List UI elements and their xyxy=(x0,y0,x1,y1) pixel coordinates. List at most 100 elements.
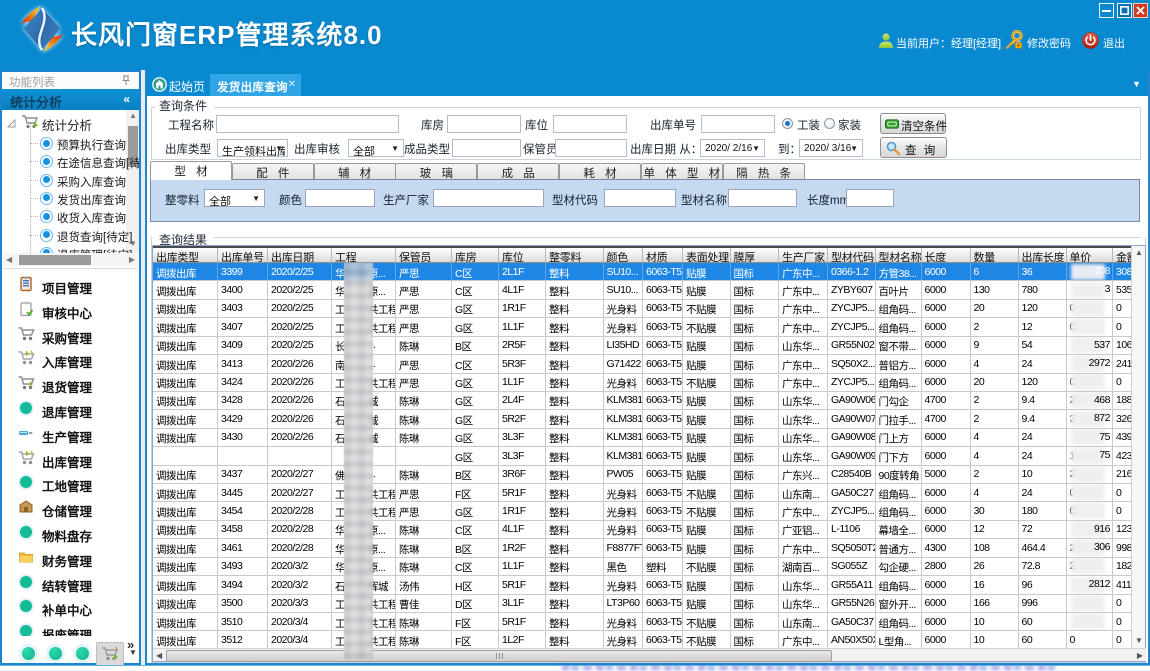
sidebar-item-11[interactable]: 财务管理 xyxy=(2,549,137,569)
color-input[interactable] xyxy=(305,189,375,207)
material-tab-4[interactable]: 成 品 xyxy=(477,163,559,179)
grid-row[interactable]: 调拨出库34132020/2/26南...严思C区5R3F整料G71422606… xyxy=(153,355,1133,373)
tree-item[interactable]: 收货入库查询 xyxy=(38,208,138,226)
scroll-down-icon[interactable]: ▼ xyxy=(1135,637,1143,645)
grid-column-header[interactable]: 出库日期 xyxy=(268,248,332,262)
grid-column-header[interactable]: 出库单号 xyxy=(218,248,268,262)
material-tab-5[interactable]: 耗 材 xyxy=(559,163,641,179)
grid-row[interactable]: 调拨出库34542020/2/28工共工程严思G区1R1F整料光身料6063-T… xyxy=(153,502,1133,520)
tree-item-label[interactable]: 采购入库查询 xyxy=(57,174,126,190)
tab-outbound-query[interactable]: 发货出库查询 ✕ xyxy=(210,74,301,96)
grid-vertical-scrollbar[interactable]: ▲ ▼ xyxy=(1131,246,1145,648)
grid-column-header[interactable]: 工程 xyxy=(332,248,396,262)
sidebar-item-3[interactable]: 入库管理 xyxy=(2,350,137,370)
grid-column-header[interactable]: 长度 xyxy=(922,248,971,262)
grid-row[interactable]: 调拨出库34282020/2/26石城陈琳G区2L4F整料KLM38176063… xyxy=(153,392,1133,410)
teal-dot-icon[interactable] xyxy=(76,647,89,660)
scroll-right-icon[interactable]: ▶ xyxy=(129,256,135,264)
grid-row[interactable]: 调拨出库35002020/3/3工共工程曹佳D区3L1F整料LT3P606063… xyxy=(153,595,1133,613)
grid-row[interactable]: 调拨出库34072020/2/25工共工程严思G区1L1F整料光身料6063-T… xyxy=(153,318,1133,336)
scroll-up-icon[interactable]: ▲ xyxy=(1135,249,1143,257)
grid-row[interactable]: G区3L3F整料KLM38176063-T5贴膜国标山东华...GA90W09.… xyxy=(153,447,1133,465)
tab-list-dropdown-icon[interactable]: ▼ xyxy=(1132,79,1141,89)
grid-row[interactable]: 调拨出库34612020/2/28华原...陈琳B区1R2F整料F8877FT6… xyxy=(153,539,1133,557)
grid-row[interactable]: 调拨出库35102020/3/4工共工程陈琳F区5R1F整料光身料6063-T5… xyxy=(153,613,1133,631)
grid-row[interactable]: 调拨出库34242020/2/26工共工程严思G区1L1F整料光身料6063-T… xyxy=(153,374,1133,392)
grid-column-header[interactable]: 材质 xyxy=(643,248,683,262)
order-no-input[interactable] xyxy=(701,115,775,133)
grid-column-header[interactable]: 膜厚 xyxy=(731,248,780,262)
tab-close-icon[interactable]: ✕ xyxy=(288,79,296,90)
tab-home-label[interactable]: 起始页 xyxy=(169,78,205,95)
scroll-right-icon[interactable]: ▶ xyxy=(1137,652,1143,660)
audit-dropdown[interactable]: 全部▼ xyxy=(348,139,404,157)
grid-row[interactable]: 调拨出库34932020/3/2华原...陈琳C区1L1F整料黑色塑料不贴膜国标… xyxy=(153,558,1133,576)
grid-horizontal-scrollbar[interactable]: ◀ ▶ xyxy=(153,648,1146,661)
grid-column-header[interactable]: 型材代码 xyxy=(828,248,876,262)
grid-column-header[interactable]: 出库长度 xyxy=(1019,248,1067,262)
maximize-button[interactable] xyxy=(1117,3,1132,18)
grid-row[interactable]: 调拨出库34372020/2/27佛...陈琳B区3R6F整料PW056063-… xyxy=(153,466,1133,484)
grid-column-header[interactable]: 库房 xyxy=(452,248,499,262)
grid-column-header[interactable]: 整零料 xyxy=(546,248,604,262)
grid-column-header[interactable]: 表面处理 xyxy=(683,248,731,262)
radio-gongzhuang[interactable] xyxy=(782,118,793,129)
minimize-button[interactable] xyxy=(1099,3,1114,18)
grid-row[interactable]: 调拨出库34002020/2/25华原...严思C区4L1F整料SU10...6… xyxy=(153,281,1133,299)
project-name-input[interactable] xyxy=(216,115,399,133)
grid-column-header[interactable]: 型材名称 xyxy=(876,248,922,262)
sidebar-item-5[interactable]: 退库管理 xyxy=(2,400,137,420)
tree-item-label[interactable]: 在途信息查询[待 xyxy=(57,155,139,171)
product-type-input[interactable] xyxy=(452,139,521,157)
tree-root-label[interactable]: 统计分析 xyxy=(42,115,92,134)
date-to-picker[interactable]: 2020/ 3/16▼ xyxy=(799,139,863,157)
tree-item[interactable]: 预算执行查询 xyxy=(38,135,138,153)
grid-row[interactable]: 调拨出库34092020/2/25长...陈琳B区2R5F整料LI35HD606… xyxy=(153,337,1133,355)
warehouse-input[interactable] xyxy=(447,115,521,133)
maker-input[interactable] xyxy=(433,189,544,207)
tree-hscrollbar-thumb[interactable] xyxy=(19,255,91,265)
grid-column-header[interactable]: 颜色 xyxy=(604,248,644,262)
grid-column-header[interactable]: 金额 xyxy=(1113,248,1132,262)
scroll-up-icon[interactable]: ▲ xyxy=(129,112,137,120)
material-tab-3[interactable]: 玻 璃 xyxy=(395,163,477,179)
tree-item[interactable]: 退货查询[待定] xyxy=(38,227,138,245)
grid-row[interactable]: 调拨出库34452020/2/27工共工程严思F区5R1F整料光身料6063-T… xyxy=(153,484,1133,502)
grid-column-header[interactable]: 数量 xyxy=(971,248,1019,262)
sidebar-item-2[interactable]: 采购管理 xyxy=(2,326,137,346)
close-button[interactable] xyxy=(1133,3,1148,18)
grid-column-header[interactable]: 生产厂家 xyxy=(779,248,828,262)
overflow-down-icon[interactable]: ▼ xyxy=(129,648,137,657)
tree-root[interactable]: 统计分析 xyxy=(2,113,137,131)
sidebar-item-1[interactable]: 审核中心 xyxy=(2,301,137,321)
logout-button[interactable]: 退出 xyxy=(1103,35,1125,51)
sidebar-item-7[interactable]: 出库管理 xyxy=(2,450,137,470)
material-tab-0[interactable]: 型 材 xyxy=(150,161,232,180)
tab-active-label[interactable]: 发货出库查询 xyxy=(217,79,288,95)
expander-icon[interactable] xyxy=(7,119,16,128)
sidebar-item-4[interactable]: 退货管理 xyxy=(2,375,137,395)
section-header-statistics[interactable]: 统计分析 « xyxy=(2,89,139,110)
tree-item[interactable]: 采购入库查询 xyxy=(38,172,138,190)
search-button[interactable]: 查 询 xyxy=(880,137,947,158)
tree-item-label[interactable]: 退货查询[待定] xyxy=(57,229,132,245)
collapse-icon[interactable]: « xyxy=(123,92,130,106)
sidebar-item-8[interactable]: 工地管理 xyxy=(2,474,137,494)
pin-icon[interactable] xyxy=(121,75,131,86)
sidebar-item-10[interactable]: 物料盘存 xyxy=(2,524,137,544)
length-input[interactable] xyxy=(846,189,894,207)
tree-item-label[interactable]: 预算执行查询 xyxy=(57,137,126,153)
whole-material-dropdown[interactable]: 全部▼ xyxy=(204,189,265,207)
scroll-left-icon[interactable]: ◀ xyxy=(156,652,162,660)
sidebar-item-0[interactable]: 项目管理 xyxy=(2,276,137,296)
tree-item[interactable]: 退库管理[待定] xyxy=(38,245,138,253)
statistics-toolbar-button[interactable] xyxy=(96,642,124,666)
teal-dot-icon[interactable] xyxy=(22,647,35,660)
location-input[interactable] xyxy=(553,115,627,133)
grid-column-header[interactable]: 保管员 xyxy=(396,248,452,262)
sidebar-item-6[interactable]: 生产管理 xyxy=(2,425,137,445)
sidebar-item-9[interactable]: 仓储管理 xyxy=(2,499,137,519)
material-tab-1[interactable]: 配 件 xyxy=(232,163,314,179)
change-password-button[interactable]: 修改密码 xyxy=(1027,35,1071,51)
scroll-left-icon[interactable]: ◀ xyxy=(6,256,12,264)
